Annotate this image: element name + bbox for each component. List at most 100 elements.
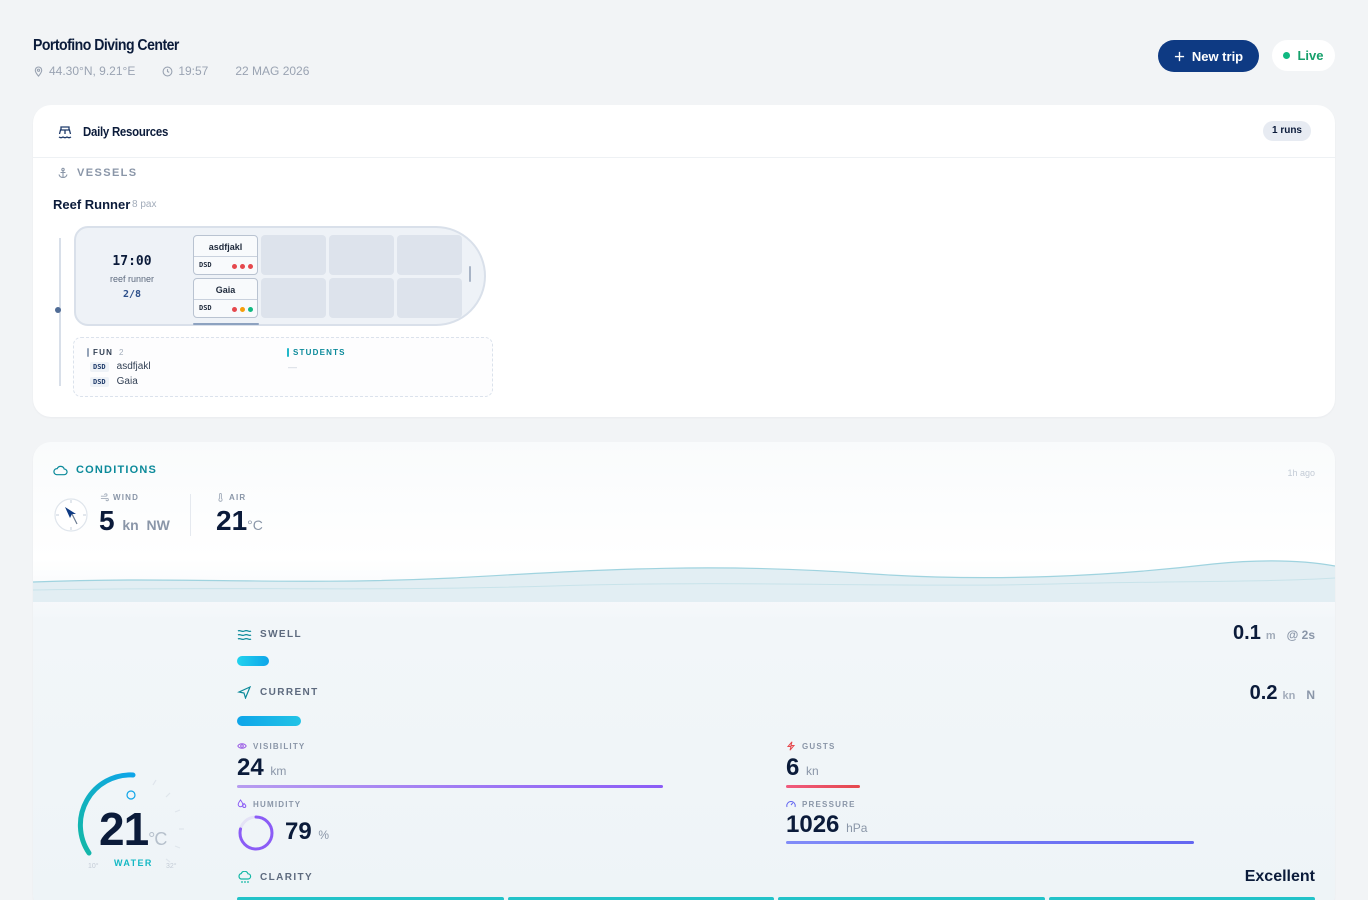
lightning-icon xyxy=(786,741,796,751)
ship-icon xyxy=(58,126,72,139)
page-title: Portofino Diving Center xyxy=(33,37,179,54)
time-text: 19:57 xyxy=(178,64,209,78)
humidity-number: 79 xyxy=(285,818,312,845)
conditions-header: CONDITIONS xyxy=(53,464,157,476)
swell-label-text: SWELL xyxy=(260,629,302,640)
wind-direction: NW xyxy=(146,517,170,533)
date: 22 MAG 2026 xyxy=(235,64,309,78)
pressure-value: 1026 hPa xyxy=(786,811,867,839)
wind-label: WIND xyxy=(100,493,139,502)
cloud-drizzle-icon xyxy=(238,871,252,883)
status-dot xyxy=(248,307,253,312)
vessel-capacity: 8 pax xyxy=(132,199,157,210)
seat-slot[interactable]: asdfjakl DSD xyxy=(193,235,258,275)
trip-run-name: reef runner xyxy=(109,274,155,284)
trip-occupancy: 2/8 xyxy=(122,289,142,300)
wind-unit: kn xyxy=(122,517,139,533)
seat-diver-name: Gaia xyxy=(215,285,236,295)
anchor-icon xyxy=(58,167,68,179)
daily-resources-header: Daily Resources 1 runs xyxy=(33,105,1335,158)
empty-seat-slot[interactable] xyxy=(261,235,326,275)
current-direction: N xyxy=(1306,688,1315,702)
thermometer-icon xyxy=(218,493,223,502)
wind-label-text: WIND xyxy=(113,493,140,502)
clarity-value: Excellent xyxy=(1244,868,1315,885)
visibility-label: VISIBILITY xyxy=(237,741,305,751)
page-header: Portofino Diving Center 44.30°N, 9.21°E … xyxy=(33,36,1335,82)
cloud-icon xyxy=(53,465,68,476)
humidity-value: 79 % xyxy=(285,818,329,846)
conditions-card: CONDITIONS 1h ago WIND 5 kn NW AIR 21°C … xyxy=(33,442,1335,900)
visibility-value: 24 km xyxy=(237,754,286,782)
empty-seat-slot[interactable] xyxy=(329,235,394,275)
students-label: STUDENTS xyxy=(293,348,346,357)
navigation-arrow-icon xyxy=(237,686,252,699)
fun-count: 2 xyxy=(119,348,124,357)
runs-count-badge: 1 runs xyxy=(1262,121,1311,141)
water-temp-unit: °C xyxy=(148,829,167,849)
header-meta: 44.30°N, 9.21°E 19:57 22 MAG 2026 xyxy=(33,64,336,78)
waves-icon xyxy=(237,629,252,641)
students-header: STUDENTS xyxy=(287,348,346,357)
plus-icon xyxy=(1174,51,1184,61)
current-unit: kn xyxy=(1282,690,1296,702)
gauge-icon xyxy=(786,801,796,808)
water-temp-number: 21 xyxy=(99,803,149,855)
swell-unit: m xyxy=(1265,630,1276,642)
new-trip-label: New trip xyxy=(1191,48,1244,64)
live-label: Live xyxy=(1297,48,1324,63)
current-value: 0.2 kn N xyxy=(1250,682,1315,705)
seat-slot[interactable]: Gaia DSD xyxy=(193,278,258,318)
swell-label: SWELL xyxy=(237,628,302,641)
empty-seat-slot[interactable] xyxy=(397,278,462,318)
current-label-text: CURRENT xyxy=(260,687,319,698)
gusts-unit: kn xyxy=(806,764,819,778)
fun-label: FUN xyxy=(93,348,114,357)
visibility-label-text: VISIBILITY xyxy=(253,741,306,751)
map-pin-icon xyxy=(34,66,43,77)
current-speed: 0.2 xyxy=(1249,682,1278,704)
students-empty: — xyxy=(288,362,297,372)
timeline-dot xyxy=(55,307,61,313)
trip-boat-card[interactable]: 17:00 reef runner 2/8 asdfjakl DSD Gaia … xyxy=(74,226,486,326)
location: 44.30°N, 9.21°E xyxy=(33,64,135,78)
seat-course-tag: DSD xyxy=(199,304,212,312)
vessel-name[interactable]: Reef Runner xyxy=(53,197,130,212)
humidity-label: HUMIDITY xyxy=(237,799,301,809)
wind-speed: 5 xyxy=(99,505,115,536)
empty-seat-slot[interactable] xyxy=(261,278,326,318)
selected-seat-indicator xyxy=(193,323,259,325)
gusts-number: 6 xyxy=(786,754,800,781)
vessels-label: VESSELS xyxy=(77,167,138,179)
empty-seat-slot[interactable] xyxy=(397,235,462,275)
status-dot xyxy=(232,307,237,312)
air-label: AIR xyxy=(216,493,246,502)
new-trip-button[interactable]: New trip xyxy=(1158,40,1259,72)
seat-status-dots xyxy=(232,264,253,269)
swell-height: 0.1 xyxy=(1233,622,1261,644)
clarity-label: CLARITY xyxy=(237,871,313,884)
live-status-badge[interactable]: Live xyxy=(1272,40,1335,71)
pressure-unit: hPa xyxy=(846,821,868,835)
water-max: 32° xyxy=(166,863,177,870)
gusts-value: 6 kn xyxy=(786,754,819,782)
seat-diver-name: asdfjakl xyxy=(208,242,243,252)
empty-seat-slot[interactable] xyxy=(329,278,394,318)
sea-wave-graphic xyxy=(33,560,1335,602)
visibility-unit: km xyxy=(270,764,287,778)
air-label-text: AIR xyxy=(229,493,247,502)
clock-icon xyxy=(162,66,173,76)
current-label: CURRENT xyxy=(237,686,319,699)
wind-compass-icon xyxy=(54,498,88,532)
pressure-number: 1026 xyxy=(786,811,840,838)
water-min: 10° xyxy=(88,863,99,870)
roster-item[interactable]: DSD Gaia xyxy=(90,376,138,387)
humidity-unit: % xyxy=(318,828,330,842)
local-time: 19:57 xyxy=(162,64,208,78)
gusts-label-text: GUSTS xyxy=(802,741,836,751)
fun-divers-header: FUN 2 xyxy=(87,348,124,357)
roster-item[interactable]: DSD asdfjakl xyxy=(90,361,151,372)
humidity-label-text: HUMIDITY xyxy=(253,799,302,809)
swell-value: 0.1 m @ 2s xyxy=(1233,622,1315,645)
swell-period: @ 2s xyxy=(1286,628,1315,642)
